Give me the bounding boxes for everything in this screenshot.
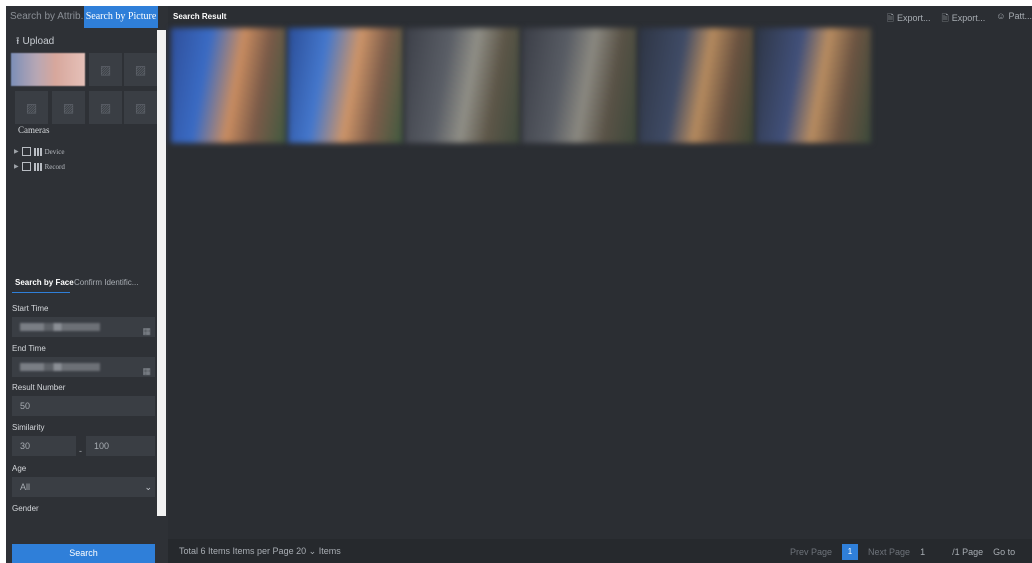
calendar-icon[interactable]: ▦ (142, 321, 151, 341)
items-per-page-select[interactable]: 20 ⌄ (296, 546, 316, 556)
next-page-button[interactable]: Next Page (868, 547, 910, 557)
age-select[interactable]: All ⌄ (12, 477, 155, 497)
tree-node-device[interactable]: ▶ Device (14, 144, 65, 159)
age-select-value: All (20, 482, 31, 492)
export-icon: 🗎 (886, 13, 894, 23)
result-picture[interactable] (405, 28, 520, 143)
end-time-value (20, 363, 100, 371)
pattern-button[interactable]: ☺ Patt... (996, 11, 1032, 27)
goto-button[interactable]: Go to (993, 547, 1015, 557)
total-items: Total 6 Items (179, 546, 231, 556)
result-picture[interactable] (756, 28, 871, 143)
similarity-min-field[interactable]: 30 (12, 436, 76, 456)
image-placeholder-icon[interactable]: ▨ (89, 53, 122, 86)
age-label: Age (12, 464, 27, 473)
start-time-label: Start Time (12, 304, 49, 313)
items-per-page-value: 20 (296, 546, 307, 556)
result-picture[interactable] (171, 28, 286, 143)
tab-search-by-face[interactable]: Search by Face (15, 278, 74, 287)
expand-icon[interactable]: ▶ (14, 163, 19, 170)
result-picture[interactable] (522, 28, 637, 143)
search-mode-tabs: Search by Attrib... Search by Picture (6, 6, 158, 30)
pattern-label: Patt... (1008, 11, 1032, 21)
person-icon: ☺ (996, 11, 1006, 21)
upload-icon: ⭱ (16, 36, 20, 47)
end-time-field[interactable]: ▦ (12, 357, 155, 377)
chevron-down-icon: ⌄ (144, 482, 152, 492)
end-time-label: End Time (12, 344, 46, 353)
pagination-summary: Total 6 Items Items per Page 20 ⌄ Items (179, 546, 341, 557)
left-panel: Search by Attrib... Search by Picture ⭱ U… (6, 6, 168, 563)
image-placeholder-icon[interactable]: ▨ (15, 91, 48, 124)
export-icon: 🗎 (941, 13, 949, 23)
upload-button[interactable]: ⭱ Upload (16, 34, 54, 51)
page-total: /1 Page (952, 547, 984, 557)
result-number-label: Result Number (12, 383, 66, 392)
image-placeholder-icon[interactable]: ▨ (124, 53, 157, 86)
result-toolbar: 🗎 Export... 🗎 Export... ☺ Patt... (887, 11, 1032, 27)
left-panel-scrollbar[interactable] (157, 30, 166, 516)
export-button[interactable]: 🗎 Export... (942, 11, 986, 27)
tree-node-label: Device (44, 147, 65, 156)
items-per-page-label: Items per Page (232, 546, 294, 556)
upload-label: Upload (22, 36, 55, 47)
uploaded-picture[interactable] (11, 53, 85, 86)
expand-icon[interactable]: ▶ (14, 148, 19, 155)
result-picture[interactable] (288, 28, 403, 143)
face-search-window: Search by Attrib... Search by Picture ⭱ U… (6, 6, 1032, 563)
image-placeholder-icon[interactable]: ▨ (89, 91, 122, 124)
similarity-max-field[interactable]: 100 (86, 436, 155, 456)
tab-search-by-picture[interactable]: Search by Picture (84, 6, 158, 28)
pagination-bar: Total 6 Items Items per Page 20 ⌄ Items … (168, 539, 1032, 563)
start-time-value (20, 323, 100, 331)
chevron-down-icon: ⌄ (308, 546, 317, 556)
export-label: Export... (951, 13, 986, 23)
image-placeholder-icon[interactable]: ▨ (52, 91, 85, 124)
export-label: Export... (897, 13, 931, 23)
active-tab-indicator (12, 292, 70, 293)
image-placeholder-icon[interactable]: ▨ (124, 91, 157, 124)
calendar-icon[interactable]: ▦ (142, 361, 151, 381)
tab-confirm-identification[interactable]: Confirm Identific... (74, 278, 154, 287)
cameras-title: Cameras (18, 125, 50, 135)
pagination-controls: Prev Page 1 Next Page 1 /1 Page Go to (790, 544, 1015, 560)
search-button[interactable]: Search (12, 544, 155, 563)
device-group-icon (33, 162, 42, 171)
page-title: Search Result (173, 12, 227, 21)
prev-page-button[interactable]: Prev Page (790, 547, 832, 557)
checkbox[interactable] (21, 147, 31, 156)
checkbox[interactable] (21, 162, 31, 171)
camera-tree: ▶ Device ▶ Record (14, 144, 65, 174)
page-number-button[interactable]: 1 (842, 544, 859, 560)
gender-label: Gender (12, 504, 39, 513)
similarity-label: Similarity (12, 423, 45, 432)
items-label: Items (318, 546, 341, 556)
result-picture[interactable] (639, 28, 754, 143)
tree-node-record[interactable]: ▶ Record (14, 159, 65, 174)
export-button[interactable]: 🗎 Export... (887, 11, 931, 27)
device-group-icon (33, 147, 42, 156)
tab-search-by-attribute[interactable]: Search by Attrib... (10, 6, 85, 28)
start-time-field[interactable]: ▦ (12, 317, 155, 337)
result-number-field[interactable]: 50 (12, 396, 155, 416)
result-list (171, 28, 875, 143)
similarity-range-separator: - (79, 446, 82, 456)
page-input[interactable]: 1 (920, 547, 942, 557)
tree-node-label: Record (44, 162, 65, 171)
search-result-panel: Search Result 🗎 Export... 🗎 Export... ☺ Pat… (168, 6, 1032, 563)
